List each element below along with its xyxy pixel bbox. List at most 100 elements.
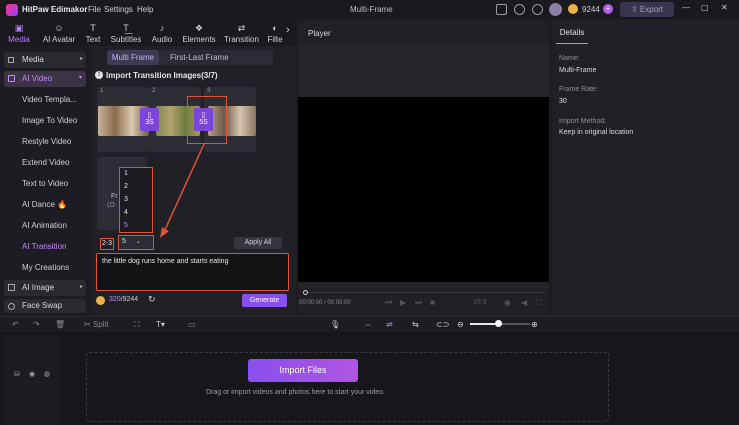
tab-transition[interactable]: ⇄ Transition: [223, 19, 260, 46]
dropdown-option[interactable]: 1: [124, 170, 128, 177]
info-icon[interactable]: !: [95, 71, 103, 79]
refresh-icon[interactable]: ↻: [148, 294, 156, 305]
nav-face-swap[interactable]: Face Swap: [4, 299, 86, 313]
duration-badge-1[interactable]: ▯ 3S: [140, 108, 159, 131]
maximize-icon[interactable]: ▢: [701, 3, 709, 12]
tab-media[interactable]: ▣ Media: [6, 19, 32, 46]
details-panel: [552, 20, 739, 316]
avatar[interactable]: [549, 3, 562, 16]
chevron-down-icon: ⌄: [135, 239, 141, 245]
menu-settings[interactable]: Settings: [104, 5, 133, 14]
nav-ai-animation[interactable]: AI Animation: [22, 221, 67, 230]
fullscreen-icon[interactable]: ⛶: [536, 298, 542, 308]
aspect-ratio-select[interactable]: 16:9: [473, 299, 487, 306]
nav-ai-dance[interactable]: AI Dance 🔥: [22, 200, 67, 209]
tab-first-last-frame[interactable]: First-Last Frame: [170, 53, 229, 62]
clip-icon: ▯: [147, 112, 152, 119]
clock-icon[interactable]: [514, 4, 525, 15]
prev-frame-icon[interactable]: ⏮: [385, 298, 392, 308]
menu-help[interactable]: Help: [137, 5, 153, 14]
ai-video-icon: [8, 75, 15, 82]
slot-number: 1: [100, 88, 104, 94]
nav-ai-transition[interactable]: AI Transition: [22, 242, 66, 251]
visibility-icon[interactable]: ◉: [29, 370, 35, 378]
elements-icon: ❖: [194, 23, 204, 33]
more-icon[interactable]: ▭: [188, 320, 196, 329]
slot-number: 3: [207, 88, 211, 94]
app-name: HitPaw Edimakor: [22, 5, 88, 14]
text-icon: T: [90, 23, 96, 33]
zoom-out-icon[interactable]: ⊖: [457, 320, 464, 329]
text-tool-icon[interactable]: T▾: [156, 320, 165, 329]
nav-ai-video[interactable]: AI Video: [4, 71, 86, 87]
volume-icon[interactable]: ◀: [521, 298, 527, 307]
detail-name-value: Multi-Frame: [559, 67, 597, 74]
link-icon[interactable]: ⇔: [364, 320, 372, 329]
fire-icon: 🔥: [57, 200, 68, 209]
generate-button[interactable]: Generate: [242, 294, 287, 307]
dropdown-option[interactable]: 2: [124, 183, 128, 190]
audio-icon: ♪: [159, 23, 165, 33]
menu-file[interactable]: File: [88, 5, 101, 14]
dropdown-option[interactable]: 3: [124, 196, 128, 203]
nav-extend-video[interactable]: Extend Video: [22, 158, 69, 167]
tab-audio[interactable]: ♪ Audio: [150, 19, 174, 46]
player-progress-bar[interactable]: [308, 292, 545, 293]
credits-usage: 320/9244: [109, 296, 139, 303]
drag-hint: Drag or import videos and photos here to…: [206, 389, 385, 396]
duration-select[interactable]: 5 ⌄: [118, 235, 154, 250]
detail-fps-label: Frame Rate:: [559, 86, 598, 93]
tab-filters[interactable]: ◐ Filte: [266, 19, 284, 46]
nav-restyle-video[interactable]: Restyle Video: [22, 137, 71, 146]
prompt-input[interactable]: the little dog runs home and starts eati…: [96, 253, 289, 291]
zoom-slider-fill: [470, 323, 498, 325]
nav-media[interactable]: Media: [4, 52, 86, 68]
snapshot-icon[interactable]: ◉: [504, 298, 511, 307]
crop-icon[interactable]: ⛶: [134, 320, 140, 330]
close-icon[interactable]: ✕: [721, 3, 728, 12]
ai-image-icon: [8, 284, 15, 291]
zoom-in-icon[interactable]: ⊕: [531, 320, 538, 329]
stop-icon[interactable]: ■: [430, 298, 435, 307]
split-button[interactable]: ✂ Split: [84, 320, 109, 329]
nav-image-to-video[interactable]: Image To Video: [22, 116, 77, 125]
export-button[interactable]: ⇪ Export: [620, 2, 674, 17]
download-icon[interactable]: [532, 4, 543, 15]
nav-text-to-video[interactable]: Text to Video: [22, 179, 68, 188]
magnet-icon[interactable]: ⇌: [386, 320, 393, 329]
tab-multi-frame[interactable]: Multi Frame: [107, 50, 159, 65]
microphone-icon[interactable]: 🎙: [330, 320, 340, 329]
track-link-icon[interactable]: ⊂⊃: [436, 320, 449, 329]
nav-my-creations[interactable]: My Creations: [22, 263, 69, 272]
track-icon[interactable]: ⛁: [14, 370, 20, 378]
import-files-button[interactable]: Import Files: [248, 359, 358, 382]
delete-icon[interactable]: 🗑: [55, 320, 65, 329]
lock-icon[interactable]: ◍: [44, 370, 50, 378]
minimize-icon[interactable]: —: [682, 3, 690, 12]
player-timecode: 00:00:00 / 00:00:00: [299, 300, 351, 306]
track-header: [3, 335, 59, 425]
add-credits-icon[interactable]: +: [603, 4, 613, 14]
tab-elements[interactable]: ❖ Elements: [181, 19, 217, 46]
nav-video-templates[interactable]: Video Templa...: [22, 95, 77, 104]
dropdown-option[interactable]: 4: [124, 209, 128, 216]
apply-all-button[interactable]: Apply All: [234, 237, 282, 249]
redo-icon[interactable]: ↷: [33, 320, 40, 329]
zoom-slider-handle[interactable]: [495, 320, 502, 327]
screen-icon[interactable]: [496, 4, 507, 15]
tab-ai-avatar[interactable]: ☺ AI Avatar: [40, 19, 78, 46]
play-icon[interactable]: ▶: [400, 298, 406, 307]
tab-details[interactable]: Details: [556, 24, 588, 44]
avatar-icon: ☺: [54, 23, 64, 33]
snap-icon[interactable]: ⇆: [412, 320, 419, 329]
tab-subtitles[interactable]: T͟ Subtitles: [109, 19, 143, 46]
next-frame-icon[interactable]: ⏭: [415, 298, 422, 308]
tab-text[interactable]: T Text: [83, 19, 103, 46]
dropdown-option-selected[interactable]: 5: [124, 222, 128, 229]
coin-icon: [568, 4, 578, 14]
detail-name-label: Name:: [559, 55, 580, 62]
slot-4-text: Fr: [111, 193, 118, 200]
nav-ai-image[interactable]: AI Image: [4, 280, 86, 296]
undo-icon[interactable]: ↶: [12, 320, 19, 329]
chevron-right-icon: ▸: [80, 56, 84, 62]
